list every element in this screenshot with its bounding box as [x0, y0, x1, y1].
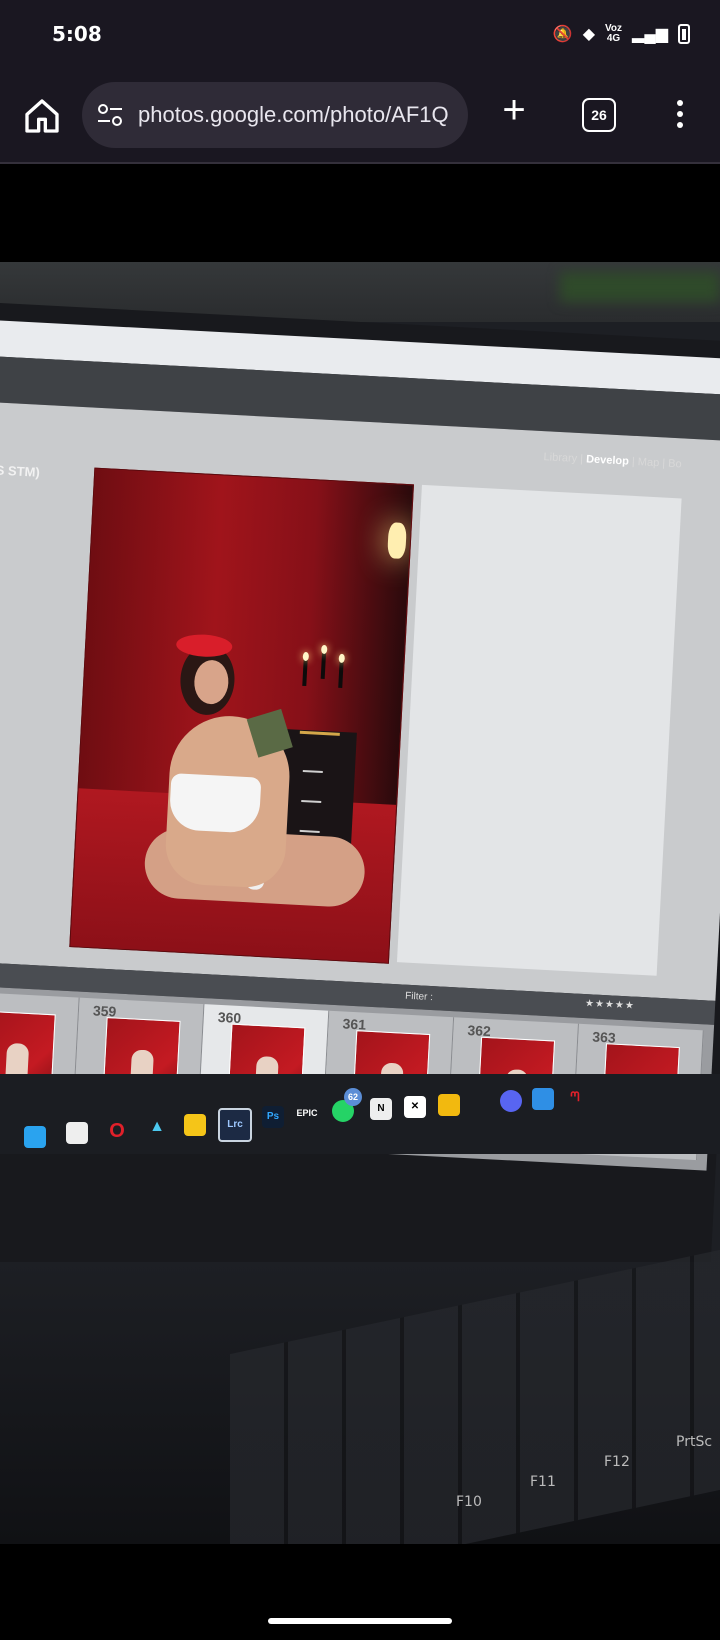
status-icons: 🔕 ◆ Voz 4G ▂▄▆ [553, 24, 690, 44]
background-light [560, 272, 720, 302]
notion-icon[interactable]: N [370, 1098, 392, 1120]
f10-key: F10 [456, 1494, 482, 1510]
gesture-handle[interactable] [268, 1618, 452, 1624]
catalog-title: IS STM) [0, 462, 41, 480]
candelabra [299, 684, 343, 736]
mute-icon: 🔕 [552, 26, 573, 43]
module-develop: Develop [585, 453, 630, 468]
lightroom-workspace: IS STM) Library | Develop | Map | Bo [0, 401, 720, 1001]
navigation-bar [0, 1544, 720, 1640]
windows-start-icon[interactable] [24, 1126, 46, 1148]
status-bar: 5:08 🔕 ◆ Voz 4G ▂▄▆ [0, 0, 720, 72]
epic-games-icon[interactable]: EPIC [296, 1102, 318, 1124]
network-label: Voz 4G [605, 23, 623, 44]
new-tab-button[interactable]: + [494, 90, 534, 130]
module-map: Map [637, 456, 660, 470]
filter-label: Filter : [404, 990, 434, 1004]
f12-key: F12 [604, 1454, 630, 1470]
yellow-app-icon[interactable] [184, 1114, 206, 1136]
file-icon[interactable] [66, 1122, 88, 1144]
store-icon[interactable] [532, 1088, 554, 1110]
capcut-icon[interactable]: ✕ [404, 1096, 426, 1118]
browser-toolbar: photos.google.com/photo/AF1Q + 26 [0, 72, 720, 164]
discord-icon[interactable] [500, 1090, 522, 1112]
monitor-screen: IS STM) Library | Develop | Map | Bo Fil… [0, 320, 720, 1179]
module-library: Library [543, 451, 578, 465]
home-icon[interactable] [22, 96, 62, 136]
module-picker: Library | Develop | Map | Bo [543, 451, 682, 471]
wifi-icon: ◆ [582, 26, 595, 43]
rating-stars: ★★★★★ [584, 998, 636, 1012]
opera-icon[interactable]: O [106, 1120, 128, 1142]
site-settings-icon[interactable] [96, 102, 124, 128]
notification-badge: 62 [344, 1088, 362, 1106]
battery-icon [678, 24, 690, 44]
more-menu-button[interactable] [670, 100, 690, 136]
clock: 5:08 [52, 22, 102, 46]
windows-taskbar: O ▲ Lrc Ps EPIC 62 N ✕ ᘉ [0, 1074, 720, 1154]
white-corset [168, 773, 262, 834]
tab-switcher-button[interactable]: 26 [582, 98, 616, 132]
url-text[interactable]: photos.google.com/photo/AF1Q [138, 102, 449, 128]
main-photo [69, 467, 414, 964]
photoshop-icon[interactable]: Ps [262, 1106, 284, 1128]
signal-icon: ▂▄▆ [632, 26, 668, 43]
lightroom-icon[interactable]: Lrc [218, 1108, 252, 1142]
folder-icon[interactable] [438, 1094, 460, 1116]
module-book: Bo [667, 457, 682, 471]
address-bar[interactable]: photos.google.com/photo/AF1Q [82, 82, 468, 148]
right-panel [396, 484, 682, 976]
red-app-icon[interactable]: ᘉ [564, 1086, 586, 1108]
prtsc-key: PrtSc [676, 1434, 713, 1450]
photo-viewer: IS STM) Library | Develop | Map | Bo Fil… [0, 262, 720, 1544]
f11-key: F11 [530, 1474, 556, 1490]
triangle-app-icon[interactable]: ▲ [146, 1116, 168, 1138]
